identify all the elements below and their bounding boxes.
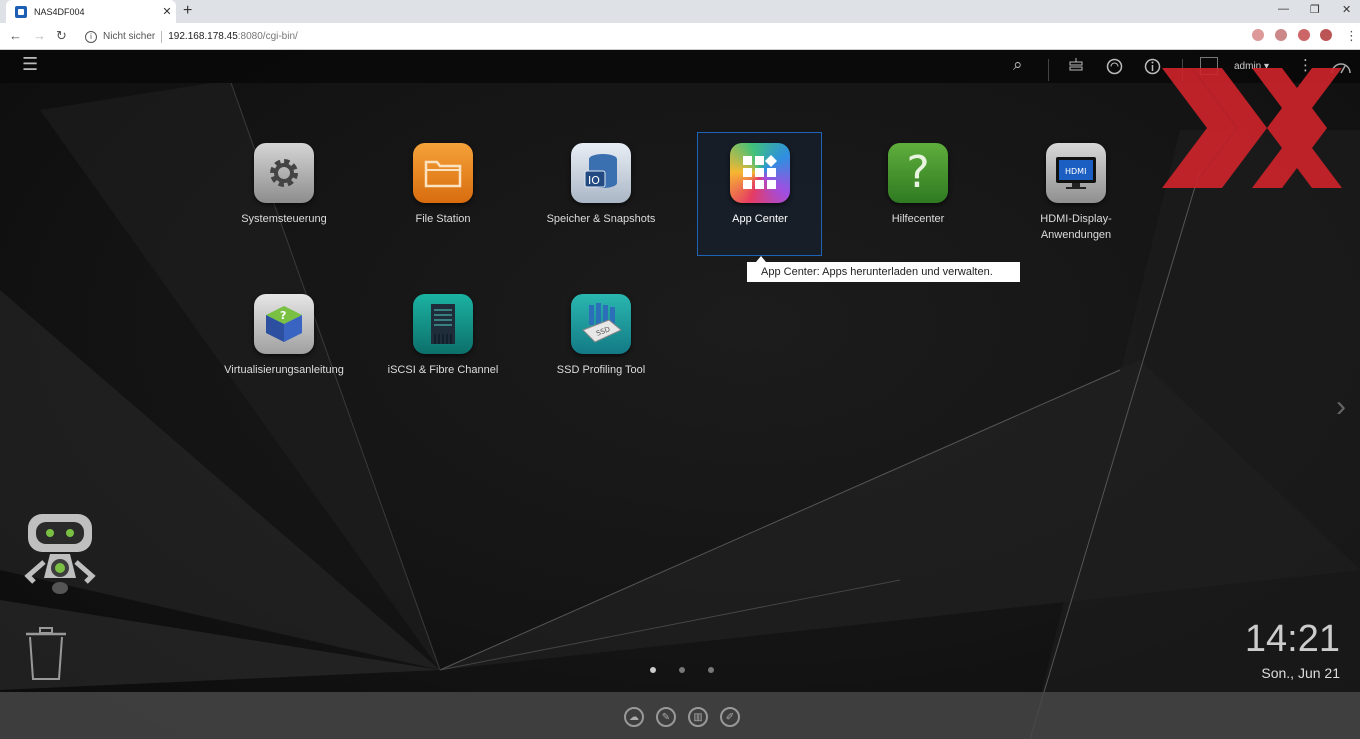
app-systemsteuerung[interactable]: Systemsteuerung <box>219 143 349 227</box>
app-label: HDMI-Display-Anwendungen <box>1040 213 1112 241</box>
extension-icon[interactable] <box>1275 29 1287 41</box>
svg-text:?: ? <box>280 309 286 322</box>
app-label: SSD Profiling Tool <box>556 364 646 376</box>
ssd-drive-icon: SSD <box>571 294 631 354</box>
app-label: File Station <box>415 213 471 225</box>
bottom-dock: ☁ ✎ ▥ ✐ <box>0 692 1360 739</box>
topbar-divider <box>1048 59 1049 81</box>
url-path: :8080/cgi-bin/ <box>237 31 298 42</box>
app-speicher-snapshots[interactable]: IO Speicher & Snapshots <box>536 143 666 227</box>
page-dot-2[interactable] <box>679 667 685 673</box>
close-window-button[interactable]: ✕ <box>1342 3 1351 16</box>
browser-menu-icon[interactable]: ⋮ <box>1345 28 1358 44</box>
browser-tab-bar: NAS4DF004 ✕ + — ❐ ✕ <box>0 0 1360 23</box>
back-button[interactable]: ← <box>9 28 22 43</box>
app-label: Speicher & Snapshots <box>546 213 656 225</box>
url-host: 192.168.178.45 <box>168 31 238 42</box>
profile-avatar-icon[interactable] <box>1320 29 1332 41</box>
security-label: Nicht sicher <box>103 31 156 42</box>
url-field[interactable]: i Nicht sicher 192.168.178.45 :8080/cgi-… <box>76 26 1326 47</box>
tools-icon[interactable]: ✎ <box>656 707 676 727</box>
svg-text:HDMI: HDMI <box>1065 167 1086 176</box>
desktop-page-indicator <box>646 667 722 677</box>
desktop-date: Son., Jun 21 <box>1261 665 1340 681</box>
app-virtualisierungsanleitung[interactable]: ? Virtualisierungsanleitung <box>219 294 349 378</box>
main-menu-icon[interactable]: ☰ <box>22 54 38 75</box>
next-page-arrow[interactable]: › <box>1336 390 1346 424</box>
desktop-wallpaper <box>0 79 1360 739</box>
qts-desktop: ☰ ⌕ admin ▾ ⋮ Systemsteuerung File Stati… <box>0 50 1360 739</box>
tab-title: NAS4DF004 <box>34 6 85 17</box>
virtualization-cube-icon: ? <box>254 294 314 354</box>
qts-top-bar: ☰ ⌕ admin ▾ ⋮ <box>0 50 1360 83</box>
app-app-center[interactable]: App Center <box>695 143 825 227</box>
site-info-icon[interactable]: i <box>85 30 97 43</box>
app-center-tooltip: App Center: Apps herunterladen und verwa… <box>747 256 1020 282</box>
browser-tab[interactable]: NAS4DF004 ✕ <box>6 0 176 23</box>
forward-button[interactable]: → <box>33 28 46 43</box>
qnap-favicon-icon <box>15 5 27 18</box>
info-icon[interactable] <box>1144 58 1161 75</box>
new-tab-button[interactable]: + <box>183 2 192 20</box>
extension-key-icon[interactable] <box>1252 29 1264 41</box>
minimize-button[interactable]: — <box>1278 3 1289 15</box>
gear-icon <box>254 143 314 203</box>
hdmi-monitor-icon: HDMI <box>1046 143 1106 203</box>
myqnapcloud-icon[interactable]: ☁ <box>624 707 644 727</box>
feedback-icon[interactable]: ✐ <box>720 707 740 727</box>
app-hdmi-display[interactable]: HDMI HDMI-Display-Anwendungen <box>1011 143 1141 243</box>
app-file-station[interactable]: File Station <box>378 143 508 227</box>
background-tasks-icon[interactable] <box>1068 58 1084 74</box>
app-label: Hilfecenter <box>891 213 945 225</box>
trash-icon[interactable] <box>25 627 67 681</box>
app-label: iSCSI & Fibre Channel <box>387 364 499 376</box>
svg-text:IO: IO <box>588 174 600 187</box>
extension-puzzle-icon[interactable] <box>1298 29 1310 41</box>
restore-button[interactable]: ❐ <box>1310 3 1320 16</box>
page-dot-1[interactable] <box>650 667 656 673</box>
reload-button[interactable]: ↻ <box>56 28 67 44</box>
search-icon[interactable]: ⌕ <box>1013 55 1023 75</box>
storage-database-icon: IO <box>571 143 631 203</box>
app-label: Virtualisierungsanleitung <box>224 364 344 376</box>
app-label: Systemsteuerung <box>241 213 327 225</box>
address-bar: ← → ↻ i Nicht sicher 192.168.178.45 :808… <box>0 23 1360 50</box>
external-devices-icon[interactable] <box>1106 58 1123 75</box>
question-mark-icon: ? <box>888 143 948 203</box>
page-dot-3[interactable] <box>708 667 714 673</box>
url-separator <box>161 30 163 43</box>
watermark-logo <box>1162 68 1342 188</box>
app-iscsi-fibre-channel[interactable]: iSCSI & Fibre Channel <box>378 294 508 378</box>
tab-close-icon[interactable]: ✕ <box>158 5 176 18</box>
app-hilfecenter[interactable]: ? Hilfecenter <box>853 143 983 227</box>
desktop-clock: 14:21 <box>1244 618 1340 660</box>
manual-book-icon[interactable]: ▥ <box>688 707 708 727</box>
folder-icon <box>413 143 473 203</box>
iscsi-server-icon <box>413 294 473 354</box>
qboost-robot-icon[interactable] <box>20 512 100 602</box>
app-ssd-profiling-tool[interactable]: SSD SSD Profiling Tool <box>536 294 666 378</box>
app-label: App Center <box>732 213 788 225</box>
app-grid-icon <box>730 143 790 203</box>
